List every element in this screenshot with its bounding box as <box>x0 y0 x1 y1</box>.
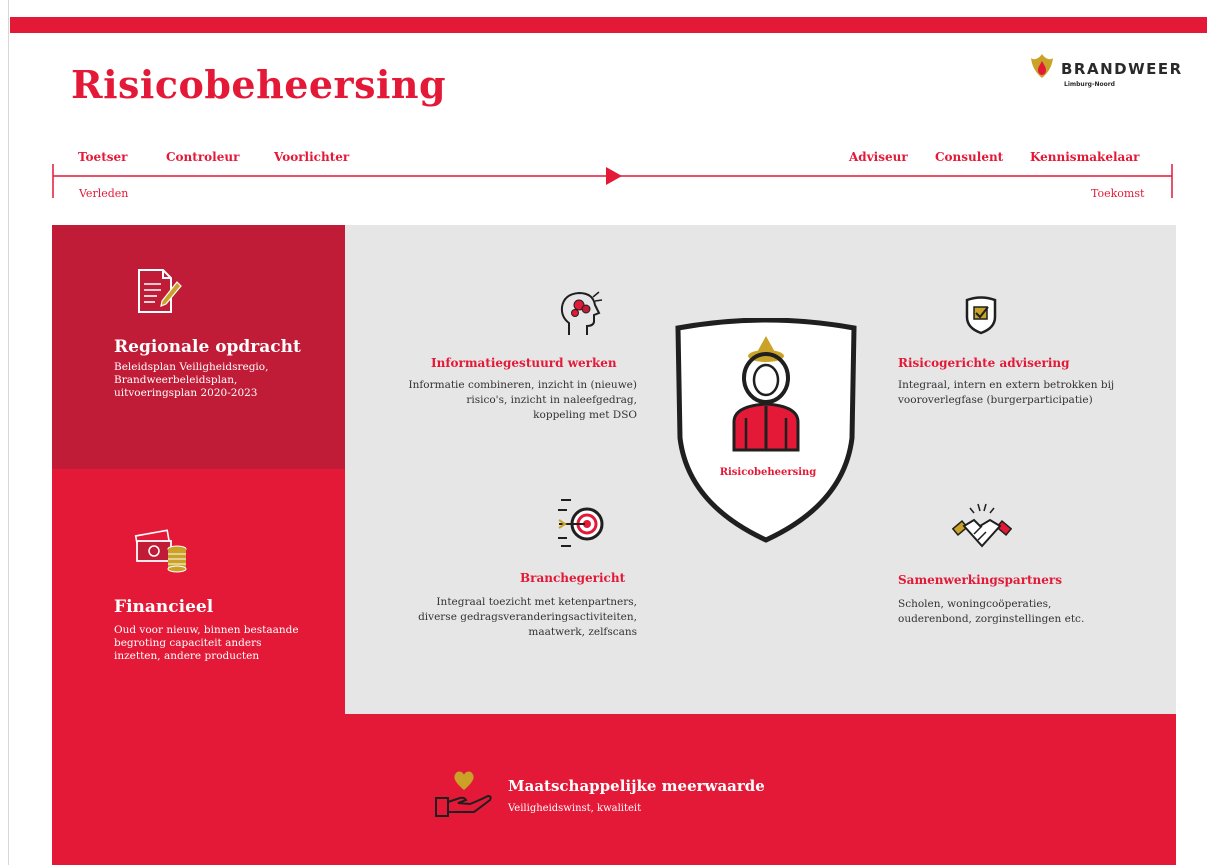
advisering-body: Integraal, intern en extern betrokken bi… <box>898 379 1115 406</box>
role-toetser: Toetser <box>78 150 128 164</box>
regional-body: Beleidsplan Veiligheidsregio, Brandweerb… <box>114 361 269 399</box>
role-adviseur: Adviseur <box>849 150 908 164</box>
info-title: Informatiegestuurd werken <box>431 356 617 370</box>
advisering-title: Risicogerichte advisering <box>898 356 1070 370</box>
target-arrow-icon <box>558 499 604 547</box>
value-body: Veiligheidswinst, kwaliteit <box>508 803 642 814</box>
partners-title: Samenwerkingspartners <box>898 573 1062 587</box>
role-kennismakelaar: Kennismakelaar <box>1030 150 1140 164</box>
branche-body: Integraal toezicht met ketenpartners, di… <box>418 596 637 638</box>
shield-check-icon <box>965 296 997 335</box>
timeline-end-label: Toekomst <box>1091 187 1145 200</box>
shield-label: Risicobeheersing <box>719 467 817 478</box>
info-body: Informatie combineren, inzicht in (nieuw… <box>408 379 637 421</box>
value-title: Maatschappelijke meerwaarde <box>508 777 765 795</box>
financial-body: Oud voor nieuw, binnen bestaande begroti… <box>114 624 299 662</box>
role-voorlichter: Voorlichter <box>274 150 350 164</box>
head-brain-icon <box>560 291 603 335</box>
heart-hand-icon <box>435 771 492 817</box>
role-controleur: Controleur <box>166 150 240 164</box>
document-pen-icon <box>138 269 182 313</box>
timeline-start-label: Verleden <box>79 187 129 200</box>
timeline-arrow <box>606 167 622 185</box>
money-coins-icon <box>134 529 187 573</box>
handshake-icon <box>952 503 1012 548</box>
timeline <box>52 164 1173 198</box>
regional-title: Regionale opdracht <box>114 337 301 357</box>
shield-emblem <box>675 318 857 543</box>
role-consulent: Consulent <box>935 150 1004 164</box>
partners-body: Scholen, woningcoöperaties, ouderenbond,… <box>898 598 1085 625</box>
branche-title: Branchegericht <box>520 571 626 585</box>
financial-panel <box>52 469 345 714</box>
financial-title: Financieel <box>114 597 214 617</box>
